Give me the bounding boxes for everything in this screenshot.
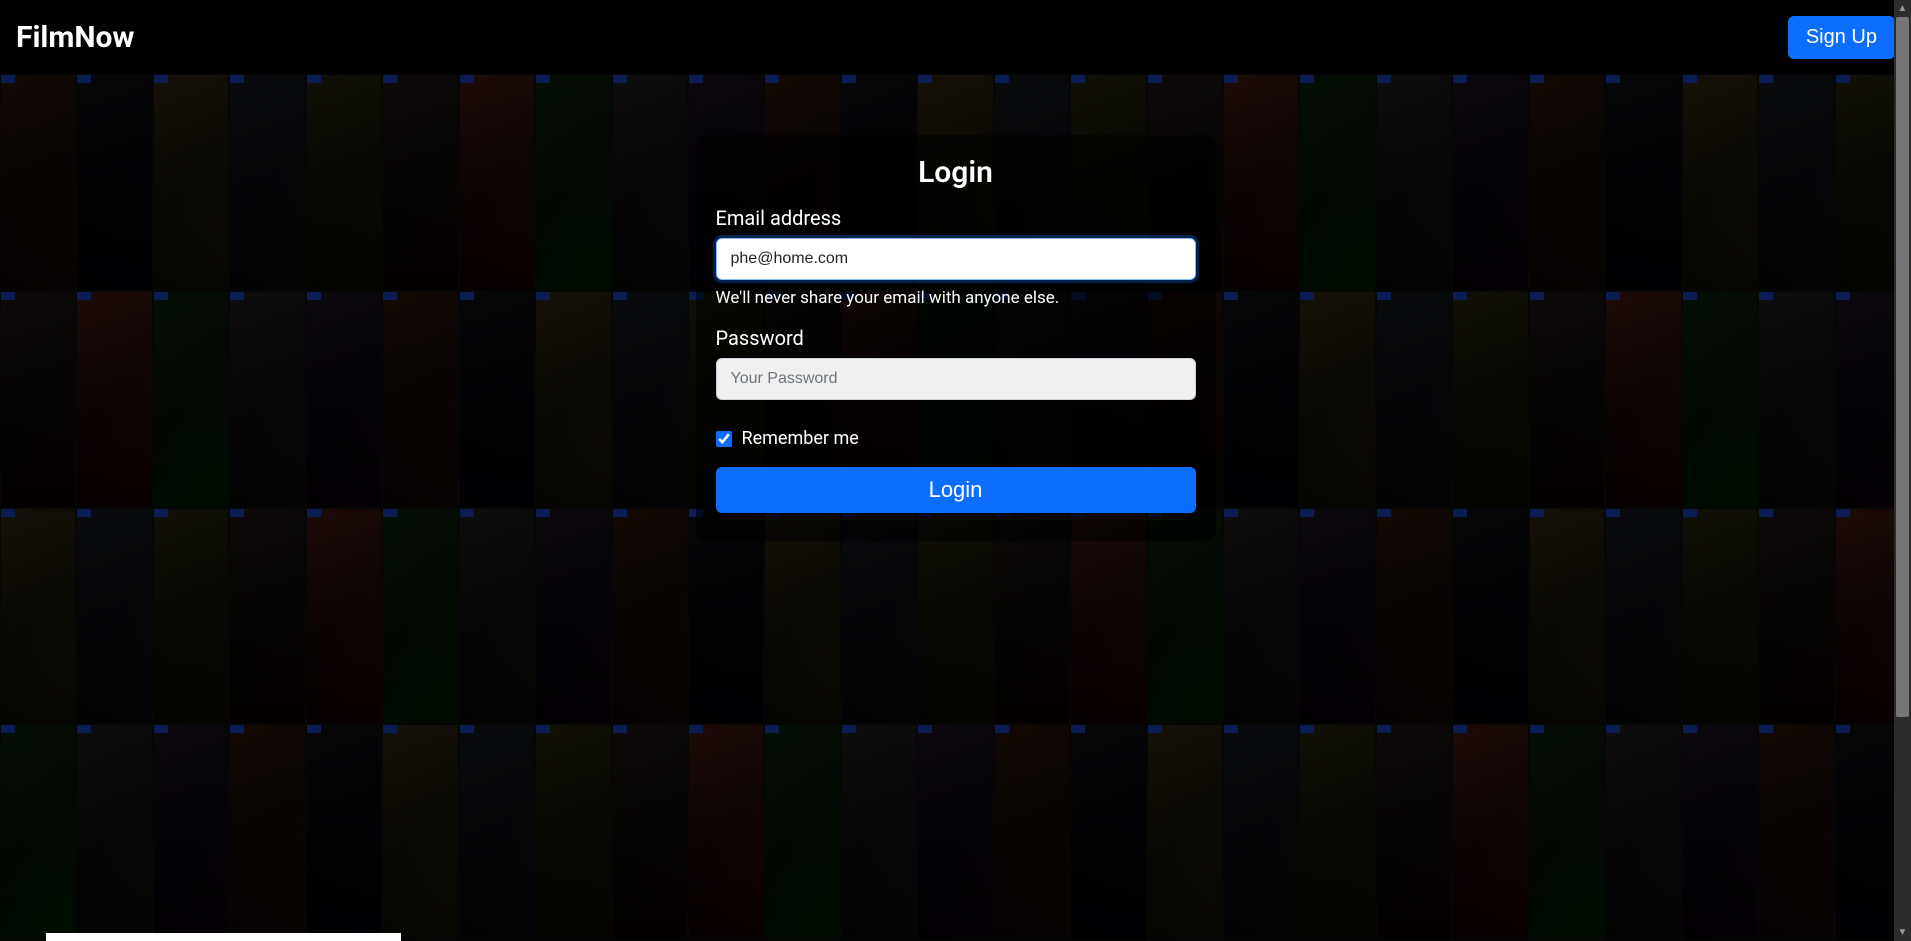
vertical-scrollbar[interactable]: ▲ ▼ <box>1894 0 1911 941</box>
remember-label[interactable]: Remember me <box>742 428 859 449</box>
password-label: Password <box>716 326 1196 350</box>
email-group: Email address We'll never share your ema… <box>716 206 1196 308</box>
email-help-text: We'll never share your email with anyone… <box>716 288 1196 308</box>
login-title: Login <box>716 155 1196 190</box>
scroll-up-icon[interactable]: ▲ <box>1894 0 1911 17</box>
signup-button[interactable]: Sign Up <box>1788 16 1895 59</box>
scroll-down-icon[interactable]: ▼ <box>1894 924 1911 941</box>
navbar: FilmNow Sign Up <box>0 0 1911 74</box>
login-panel: Login Email address We'll never share yo… <box>696 135 1216 541</box>
password-field[interactable] <box>716 358 1196 400</box>
password-group: Password <box>716 326 1196 400</box>
remember-row: Remember me <box>716 428 1196 449</box>
footer-stub <box>46 933 401 941</box>
scrollbar-thumb[interactable] <box>1896 17 1909 717</box>
login-button[interactable]: Login <box>716 467 1196 513</box>
remember-checkbox[interactable] <box>716 431 732 447</box>
brand-logo[interactable]: FilmNow <box>16 20 134 55</box>
email-label: Email address <box>716 206 1196 230</box>
email-field[interactable] <box>716 238 1196 280</box>
